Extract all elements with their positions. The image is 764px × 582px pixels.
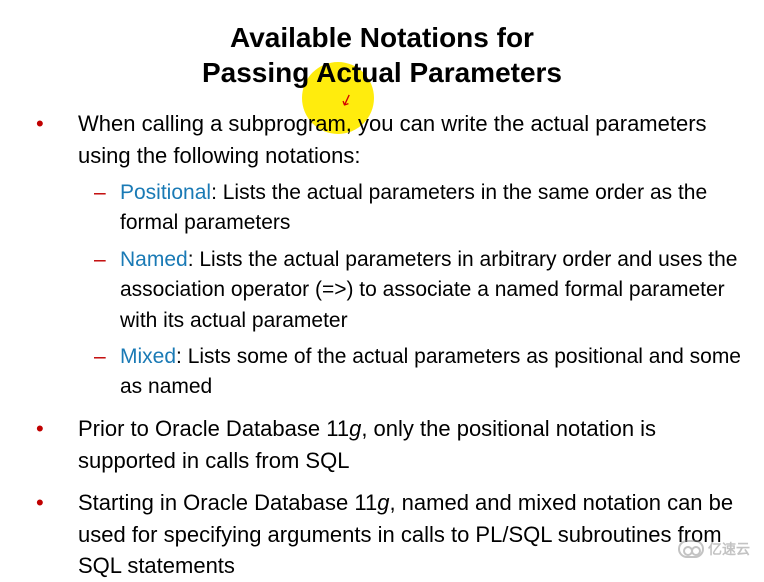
watermark-text: 亿速云 <box>708 539 750 559</box>
main-bullet-list: When calling a subprogram, you can write… <box>20 108 744 582</box>
title-line-2: Passing Actual Parameters <box>20 55 744 90</box>
sub-bullet-list: Positional : Lists the actual parameters … <box>78 178 744 403</box>
watermark-logo-icon <box>678 540 704 558</box>
bullet-prior: Prior to Oracle Database 11g, only the p… <box>20 413 744 477</box>
sub-bullet-named: Named: Lists the actual parameters in ar… <box>78 245 744 336</box>
desc-mixed: : Lists some of the actual parameters as… <box>120 345 741 398</box>
bullet-starting-pre: Starting in Oracle Database 11 <box>78 490 377 515</box>
bullet-intro: When calling a subprogram, you can write… <box>20 108 744 403</box>
keyword-named: Named <box>120 248 188 271</box>
keyword-positional: Positional <box>120 181 211 204</box>
bullet-starting-italic: g <box>377 490 389 515</box>
desc-named: : Lists the actual parameters in arbitra… <box>120 248 737 332</box>
keyword-mixed: Mixed <box>120 345 176 368</box>
bullet-prior-italic: g <box>349 416 361 441</box>
bullet-prior-pre: Prior to Oracle Database 11 <box>78 416 349 441</box>
watermark: 亿速云 <box>678 539 750 559</box>
slide-title: Available Notations for Passing Actual P… <box>20 20 744 90</box>
title-line-1: Available Notations for <box>20 20 744 55</box>
sub-bullet-mixed: Mixed: Lists some of the actual paramete… <box>78 342 744 403</box>
bullet-intro-text: When calling a subprogram, you can write… <box>78 111 707 168</box>
bullet-starting: Starting in Oracle Database 11g, named a… <box>20 487 744 582</box>
sub-bullet-positional: Positional: Lists the actual parameters … <box>78 178 744 239</box>
